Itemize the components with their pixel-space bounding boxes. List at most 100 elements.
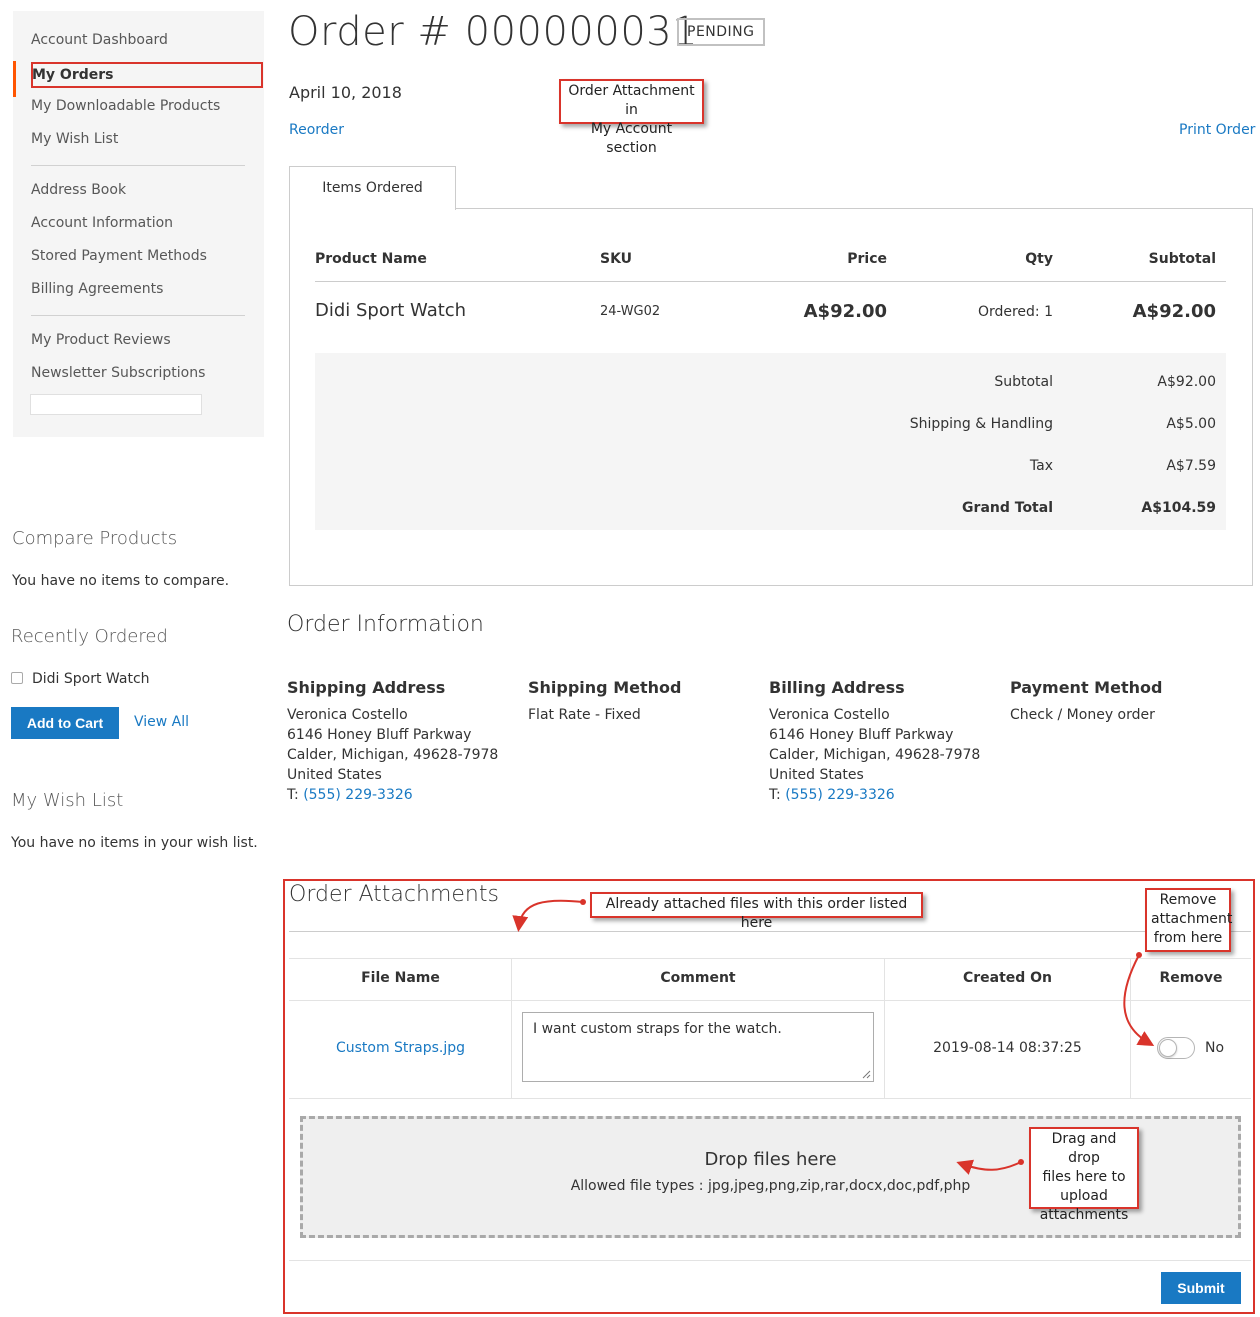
- col-remove: Remove: [1159, 970, 1223, 986]
- account-nav: Account Dashboard My Orders My Downloada…: [13, 11, 264, 437]
- phone-prefix: T:: [287, 787, 299, 803]
- add-to-cart-button[interactable]: Add to Cart: [11, 707, 119, 739]
- payment-method-title: Payment Method: [1010, 678, 1163, 697]
- order-information-title: Order Information: [287, 612, 484, 637]
- attachment-created-on: 2019-08-14 08:37:25: [933, 1040, 1082, 1056]
- col-product-name: Product Name: [315, 251, 427, 267]
- col-qty: Qty: [1025, 251, 1053, 267]
- footer-divider: [289, 1260, 1251, 1261]
- view-all-link[interactable]: View All: [134, 714, 189, 730]
- item-qty: Ordered: 1: [977, 304, 1053, 320]
- callout-already-attached: Already attached files with this order l…: [590, 892, 923, 931]
- remove-toggle[interactable]: [1157, 1037, 1195, 1059]
- order-attachments-title: Order Attachments: [289, 882, 499, 907]
- nav-divider: [31, 315, 245, 316]
- table-top-border: [289, 958, 1251, 959]
- nav-address-book[interactable]: Address Book: [31, 182, 126, 198]
- toggle-knob: [1159, 1039, 1177, 1057]
- address-phone-row: T: (555) 229-3326: [769, 785, 999, 805]
- col-comment: Comment: [660, 970, 736, 986]
- payment-method-value: Check / Money order: [1010, 707, 1155, 723]
- callout-remove: Remove attachment from here: [1145, 888, 1233, 952]
- table-divider: [315, 281, 1226, 282]
- nav-my-wish-list[interactable]: My Wish List: [31, 131, 118, 147]
- order-attachments-highlight: [283, 879, 1255, 1314]
- callout-line: from here: [1153, 930, 1223, 946]
- wish-list-empty-text: You have no items in your wish list.: [11, 835, 258, 851]
- callout-line: Remove: [1159, 892, 1217, 908]
- compare-products-title: Compare Products: [12, 528, 178, 549]
- shipping-address-content: Veronica Costello 6146 Honey Bluff Parkw…: [287, 705, 517, 805]
- callout-drag-drop: Drag and drop files here to upload attac…: [1029, 1127, 1139, 1223]
- address-street: 6146 Honey Bluff Parkway: [287, 727, 472, 743]
- shipping-address-title: Shipping Address: [287, 678, 446, 697]
- shipping-method-box: Shipping Method Flat Rate - Fixed: [528, 678, 758, 725]
- phone-link[interactable]: (555) 229-3326: [785, 787, 895, 803]
- callout-line: My Account section: [590, 121, 673, 156]
- address-city: Calder, Michigan, 49628-7978: [769, 747, 981, 763]
- totals-grand-total-value: A$104.59: [1141, 500, 1216, 516]
- active-nav-indicator: [13, 61, 16, 97]
- payment-method-box: Payment Method Check / Money order: [1010, 678, 1240, 725]
- recently-ordered-item: Didi Sport Watch: [32, 671, 150, 687]
- address-country: United States: [769, 767, 864, 783]
- nav-my-product-reviews[interactable]: My Product Reviews: [31, 332, 171, 348]
- billing-address-box: Billing Address Veronica Costello 6146 H…: [769, 678, 999, 805]
- comment-text: I want custom straps for the watch.: [533, 1021, 782, 1037]
- nav-newsletter-subscriptions[interactable]: Newsletter Subscriptions: [31, 365, 205, 381]
- address-name: Veronica Costello: [287, 707, 408, 723]
- callout-line: upload: [1060, 1188, 1108, 1204]
- table-header-border: [289, 1000, 1251, 1001]
- callout-line: attachments: [1039, 1207, 1129, 1223]
- callout-line: Drag and drop: [1051, 1131, 1117, 1166]
- shipping-method-value: Flat Rate - Fixed: [528, 707, 641, 723]
- status-badge: PENDING: [677, 18, 765, 46]
- totals-tax-label: Tax: [1029, 458, 1053, 474]
- callout-line: attachment: [1151, 911, 1233, 927]
- phone-prefix: T:: [769, 787, 781, 803]
- callout-account-section: Order Attachment in My Account section: [559, 79, 704, 156]
- remove-toggle-label: No: [1205, 1040, 1225, 1056]
- callout-line: files here to: [1042, 1169, 1126, 1185]
- nav-stored-payment-methods[interactable]: Stored Payment Methods: [31, 248, 207, 264]
- compare-empty-text: You have no items to compare.: [12, 573, 230, 589]
- item-price: A$92.00: [803, 301, 887, 322]
- billing-address-title: Billing Address: [769, 678, 905, 697]
- nav-empty-slot: [30, 394, 202, 415]
- phone-link[interactable]: (555) 229-3326: [303, 787, 413, 803]
- shipping-method-title: Shipping Method: [528, 678, 682, 697]
- nav-divider: [31, 165, 245, 166]
- nav-billing-agreements[interactable]: Billing Agreements: [31, 281, 163, 297]
- nav-my-downloadable-products[interactable]: My Downloadable Products: [31, 98, 220, 114]
- col-price: Price: [847, 251, 887, 267]
- print-order-link[interactable]: Print Order: [1179, 122, 1255, 138]
- submit-button[interactable]: Submit: [1161, 1272, 1241, 1304]
- address-city: Calder, Michigan, 49628-7978: [287, 747, 499, 763]
- item-product-name: Didi Sport Watch: [315, 300, 467, 321]
- shipping-address-box: Shipping Address Veronica Costello 6146 …: [287, 678, 517, 805]
- col-file-name: File Name: [361, 970, 440, 986]
- totals-grand-total-label: Grand Total: [962, 500, 1053, 516]
- nav-my-orders-label: My Orders: [32, 67, 114, 83]
- order-date: April 10, 2018: [289, 83, 402, 102]
- totals-tax-value: A$7.59: [1166, 458, 1216, 474]
- page-title: Order # 000000031: [288, 9, 699, 55]
- nav-account-dashboard[interactable]: Account Dashboard: [31, 32, 168, 48]
- reorder-link[interactable]: Reorder: [289, 122, 344, 138]
- totals-shipping-label: Shipping & Handling: [909, 416, 1053, 432]
- billing-address-content: Veronica Costello 6146 Honey Bluff Parkw…: [769, 705, 999, 805]
- resize-handle-icon[interactable]: [862, 1070, 871, 1079]
- totals-subtotal-label: Subtotal: [994, 374, 1053, 390]
- wish-list-title: My Wish List: [11, 790, 124, 811]
- recently-ordered-title: Recently Ordered: [11, 626, 168, 647]
- address-street: 6146 Honey Bluff Parkway: [769, 727, 954, 743]
- totals-shipping-value: A$5.00: [1166, 416, 1216, 432]
- tab-items-ordered[interactable]: Items Ordered: [289, 166, 456, 210]
- nav-account-information[interactable]: Account Information: [31, 215, 173, 231]
- callout-line: Order Attachment in: [568, 83, 695, 118]
- nav-my-orders[interactable]: My Orders: [31, 62, 263, 88]
- comment-textarea[interactable]: I want custom straps for the watch.: [522, 1012, 874, 1082]
- checkbox-icon[interactable]: [11, 672, 23, 684]
- table-bottom-border: [289, 1098, 1251, 1099]
- attachment-file-link[interactable]: Custom Straps.jpg: [290, 1040, 511, 1056]
